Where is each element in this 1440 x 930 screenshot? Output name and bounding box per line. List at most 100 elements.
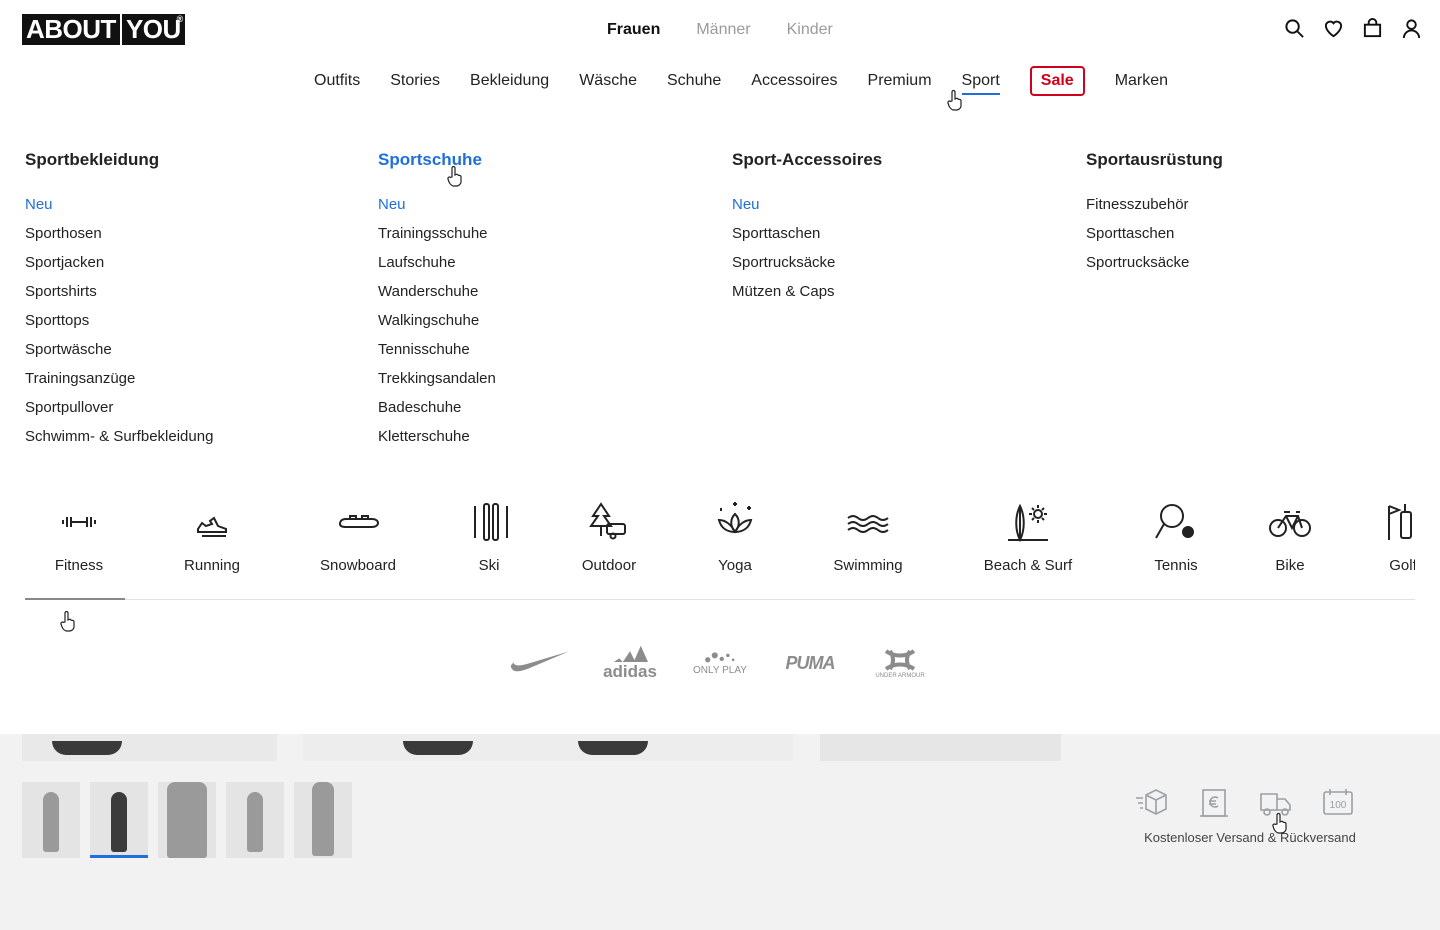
tab-maenner[interactable]: Männer: [696, 21, 750, 39]
menu-item[interactable]: Sportrucksäcke: [732, 248, 1072, 277]
menu-item[interactable]: Tennisschuhe: [378, 335, 718, 364]
about-you-logo[interactable]: ABOUT YOU ®: [22, 14, 185, 45]
column-title[interactable]: Sportausrüstung: [1086, 150, 1426, 172]
nav-marken[interactable]: Marken: [1115, 70, 1168, 94]
menu-item[interactable]: Sportrucksäcke: [1086, 248, 1426, 277]
menu-item[interactable]: Sportshirts: [25, 277, 365, 306]
nike-swoosh-icon: [509, 649, 571, 678]
thumbnail[interactable]: [226, 782, 284, 858]
menu-item[interactable]: Wanderschuhe: [378, 277, 718, 306]
tab-frauen[interactable]: Frauen: [607, 21, 660, 39]
fast-delivery-box-icon: [1134, 786, 1170, 820]
menu-item[interactable]: Sporttaschen: [732, 219, 1072, 248]
menu-item[interactable]: Sporttaschen: [1086, 219, 1426, 248]
snowboard-icon: [336, 500, 380, 544]
menu-item[interactable]: Sportpullover: [25, 393, 365, 422]
menu-item[interactable]: Neu: [25, 190, 365, 219]
sport-category-label: Yoga: [718, 557, 752, 574]
brand-under-armour[interactable]: UNDER ARMOUR: [865, 640, 935, 686]
sport-category-golf[interactable]: Golf: [1381, 500, 1415, 574]
sport-category-bike[interactable]: Bike: [1268, 500, 1312, 574]
thumbnail[interactable]: [22, 782, 80, 858]
nav-schuhe[interactable]: Schuhe: [667, 70, 721, 94]
product-image-main[interactable]: [303, 734, 793, 761]
column-title[interactable]: Sportbekleidung: [25, 150, 365, 172]
thumbnail[interactable]: [294, 782, 352, 858]
menu-column-sportausruestung: Sportausrüstung Fitnesszubehör Sporttasc…: [1086, 150, 1426, 277]
nav-sale[interactable]: Sale: [1029, 66, 1085, 96]
nav-waesche[interactable]: Wäsche: [579, 70, 637, 94]
menu-item[interactable]: Sportwäsche: [25, 335, 365, 364]
100-days-calendar-icon: 100: [1320, 786, 1356, 820]
sport-category-label: Outdoor: [581, 557, 637, 574]
hand-cursor-icon: [946, 89, 964, 111]
bag-icon[interactable]: [1362, 18, 1383, 39]
thumbnail-active[interactable]: [90, 782, 148, 858]
outdoor-icon: [587, 500, 631, 544]
sport-category-swimming[interactable]: Swimming: [833, 500, 903, 574]
menu-item[interactable]: Fitnesszubehör: [1086, 190, 1426, 219]
tab-kinder[interactable]: Kinder: [787, 21, 833, 39]
menu-item[interactable]: Sportjacken: [25, 248, 365, 277]
logo-text-left: ABOUT: [26, 14, 116, 44]
sport-category-label: Running: [184, 557, 240, 574]
nav-sport[interactable]: Sport: [961, 70, 1001, 95]
tennis-racket-icon: [1154, 500, 1198, 544]
nav-bekleidung[interactable]: Bekleidung: [470, 70, 549, 94]
sport-brands: adidas ONLY PLAY PUMA UNDER ARMOUR: [505, 640, 935, 686]
sport-category-yoga[interactable]: Yoga: [713, 500, 757, 574]
menu-item[interactable]: Sporttops: [25, 306, 365, 335]
brand-adidas[interactable]: adidas: [595, 640, 665, 686]
menu-item[interactable]: Trainingsschuhe: [378, 219, 718, 248]
svg-text:100: 100: [1330, 800, 1347, 811]
brand-label: PUMA: [785, 652, 836, 673]
nav-accessoires[interactable]: Accessoires: [751, 70, 837, 94]
column-title[interactable]: Sportschuhe: [378, 150, 718, 172]
menu-item[interactable]: Laufschuhe: [378, 248, 718, 277]
thumbnail[interactable]: [158, 782, 216, 858]
sport-category-label: Tennis: [1154, 557, 1198, 574]
search-icon[interactable]: [1284, 18, 1305, 39]
sport-category-label: Snowboard: [320, 557, 396, 574]
menu-item[interactable]: Kletterschuhe: [378, 422, 718, 451]
carousel-scroll-indicator[interactable]: [25, 598, 125, 600]
menu-item[interactable]: Walkingschuhe: [378, 306, 718, 335]
sport-category-snowboard[interactable]: Snowboard: [319, 500, 397, 574]
sport-category-running[interactable]: Running: [180, 500, 244, 574]
heart-icon[interactable]: [1323, 18, 1344, 39]
sport-category-ski[interactable]: Ski: [469, 500, 509, 574]
brand-puma[interactable]: PUMA: [775, 640, 845, 686]
brand-nike[interactable]: [505, 640, 575, 686]
product-image[interactable]: [820, 734, 1061, 761]
sport-category-label: Golf: [1389, 557, 1415, 574]
menu-item[interactable]: Neu: [378, 190, 718, 219]
sport-category-outdoor[interactable]: Outdoor: [578, 500, 640, 574]
menu-item[interactable]: Sporthosen: [25, 219, 365, 248]
hand-cursor-icon: [446, 165, 464, 187]
user-icon[interactable]: [1401, 18, 1422, 39]
sport-category-label: Fitness: [54, 557, 104, 574]
menu-item[interactable]: Trekkingsandalen: [378, 364, 718, 393]
running-shoe-icon: [190, 500, 234, 544]
menu-item[interactable]: Trainingsanzüge: [25, 364, 365, 393]
sport-category-label: Bike: [1275, 557, 1305, 574]
nav-stories[interactable]: Stories: [390, 70, 440, 94]
sport-category-beach-surf[interactable]: Beach & Surf: [983, 500, 1073, 574]
menu-item[interactable]: Schwimm- & Surfbekleidung: [25, 422, 365, 451]
golf-icon: [1381, 500, 1415, 544]
nav-premium[interactable]: Premium: [868, 70, 932, 94]
product-thumbnails: [22, 782, 352, 858]
menu-item[interactable]: Mützen & Caps: [732, 277, 1072, 306]
brand-onlyplay[interactable]: ONLY PLAY: [685, 640, 755, 686]
product-image[interactable]: [22, 734, 277, 761]
header-actions: [1284, 18, 1422, 39]
sport-category-carousel: Fitness Running Snowboard Ski Outdoor Yo…: [25, 500, 1415, 600]
sport-category-tennis[interactable]: Tennis: [1153, 500, 1199, 574]
sport-category-fitness[interactable]: Fitness: [49, 500, 109, 574]
menu-column-sport-accessoires: Sport-Accessoires Neu Sporttaschen Sport…: [732, 150, 1072, 306]
menu-item[interactable]: Badeschuhe: [378, 393, 718, 422]
surfboard-icon: [1006, 500, 1050, 544]
menu-item[interactable]: Neu: [732, 190, 1072, 219]
nav-outfits[interactable]: Outfits: [314, 70, 360, 94]
column-title[interactable]: Sport-Accessoires: [732, 150, 1072, 172]
